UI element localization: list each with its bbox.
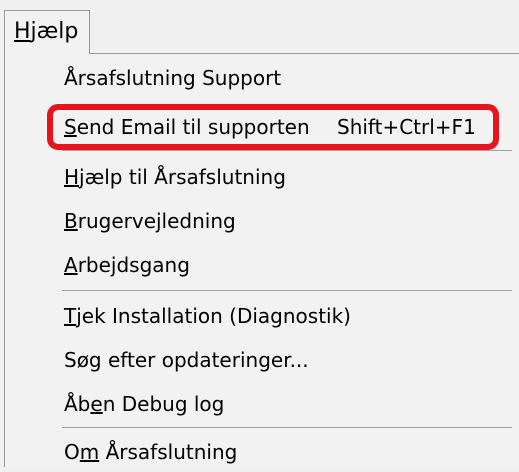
menu-item-label-prefix: Åb xyxy=(64,392,91,416)
menu-item-label: n Debug log xyxy=(102,392,225,416)
menu-help[interactable]: Hjælp xyxy=(4,10,90,54)
menu-item-mnemonic: H xyxy=(64,165,80,189)
menu-item-mnemonic: m xyxy=(79,440,100,464)
menu-item-check-updates[interactable]: Søg efter opdateringer... xyxy=(64,340,504,380)
menu-item-tjek-installation[interactable]: Tjek Installation (Diagnostik) xyxy=(64,296,504,336)
menu-bar: Hjælp xyxy=(0,0,519,54)
menu-item-mnemonic: T xyxy=(64,304,77,328)
menu-item-about[interactable]: Om Årsafslutning xyxy=(64,432,504,472)
menu-separator xyxy=(62,427,512,428)
menu-item-brugervejledning[interactable]: Brugervejledning xyxy=(64,201,504,241)
menu-item-arbejdsgang[interactable]: Arbejdsgang xyxy=(64,245,504,285)
menu-item-mnemonic: e xyxy=(90,392,103,416)
menu-item-mnemonic: B xyxy=(64,209,78,233)
menu-item-mnemonic: A xyxy=(64,253,78,277)
menu-item-label: Søg efter opdateringer... xyxy=(64,348,309,372)
menu-item-aarsafslutning-support[interactable]: Årsafslutning Support xyxy=(64,58,504,98)
menu-item-open-debug-log[interactable]: Åben Debug log xyxy=(64,384,504,424)
menu-item-label: rugervejledning xyxy=(77,209,236,233)
menu-item-label: jek Installation (Diagnostik) xyxy=(76,304,351,328)
menu-item-label: rbejdsgang xyxy=(77,253,190,277)
menu-item-label: Årsafslutning xyxy=(99,440,238,464)
menu-title-join xyxy=(5,52,89,55)
highlight-annotation-box xyxy=(47,104,499,150)
menu-separator xyxy=(62,290,512,291)
menu-item-help-aarsafslutning[interactable]: Hjælp til Årsafslutning xyxy=(64,157,504,197)
menu-separator xyxy=(62,150,512,151)
menu-item-label-prefix: O xyxy=(64,440,80,464)
menu-help-mnemonic: H xyxy=(14,19,31,44)
menu-item-label: Årsafslutning Support xyxy=(64,66,282,90)
menu-item-label: jælp til Årsafslutning xyxy=(79,165,286,189)
menu-help-label: jælp xyxy=(30,19,79,44)
